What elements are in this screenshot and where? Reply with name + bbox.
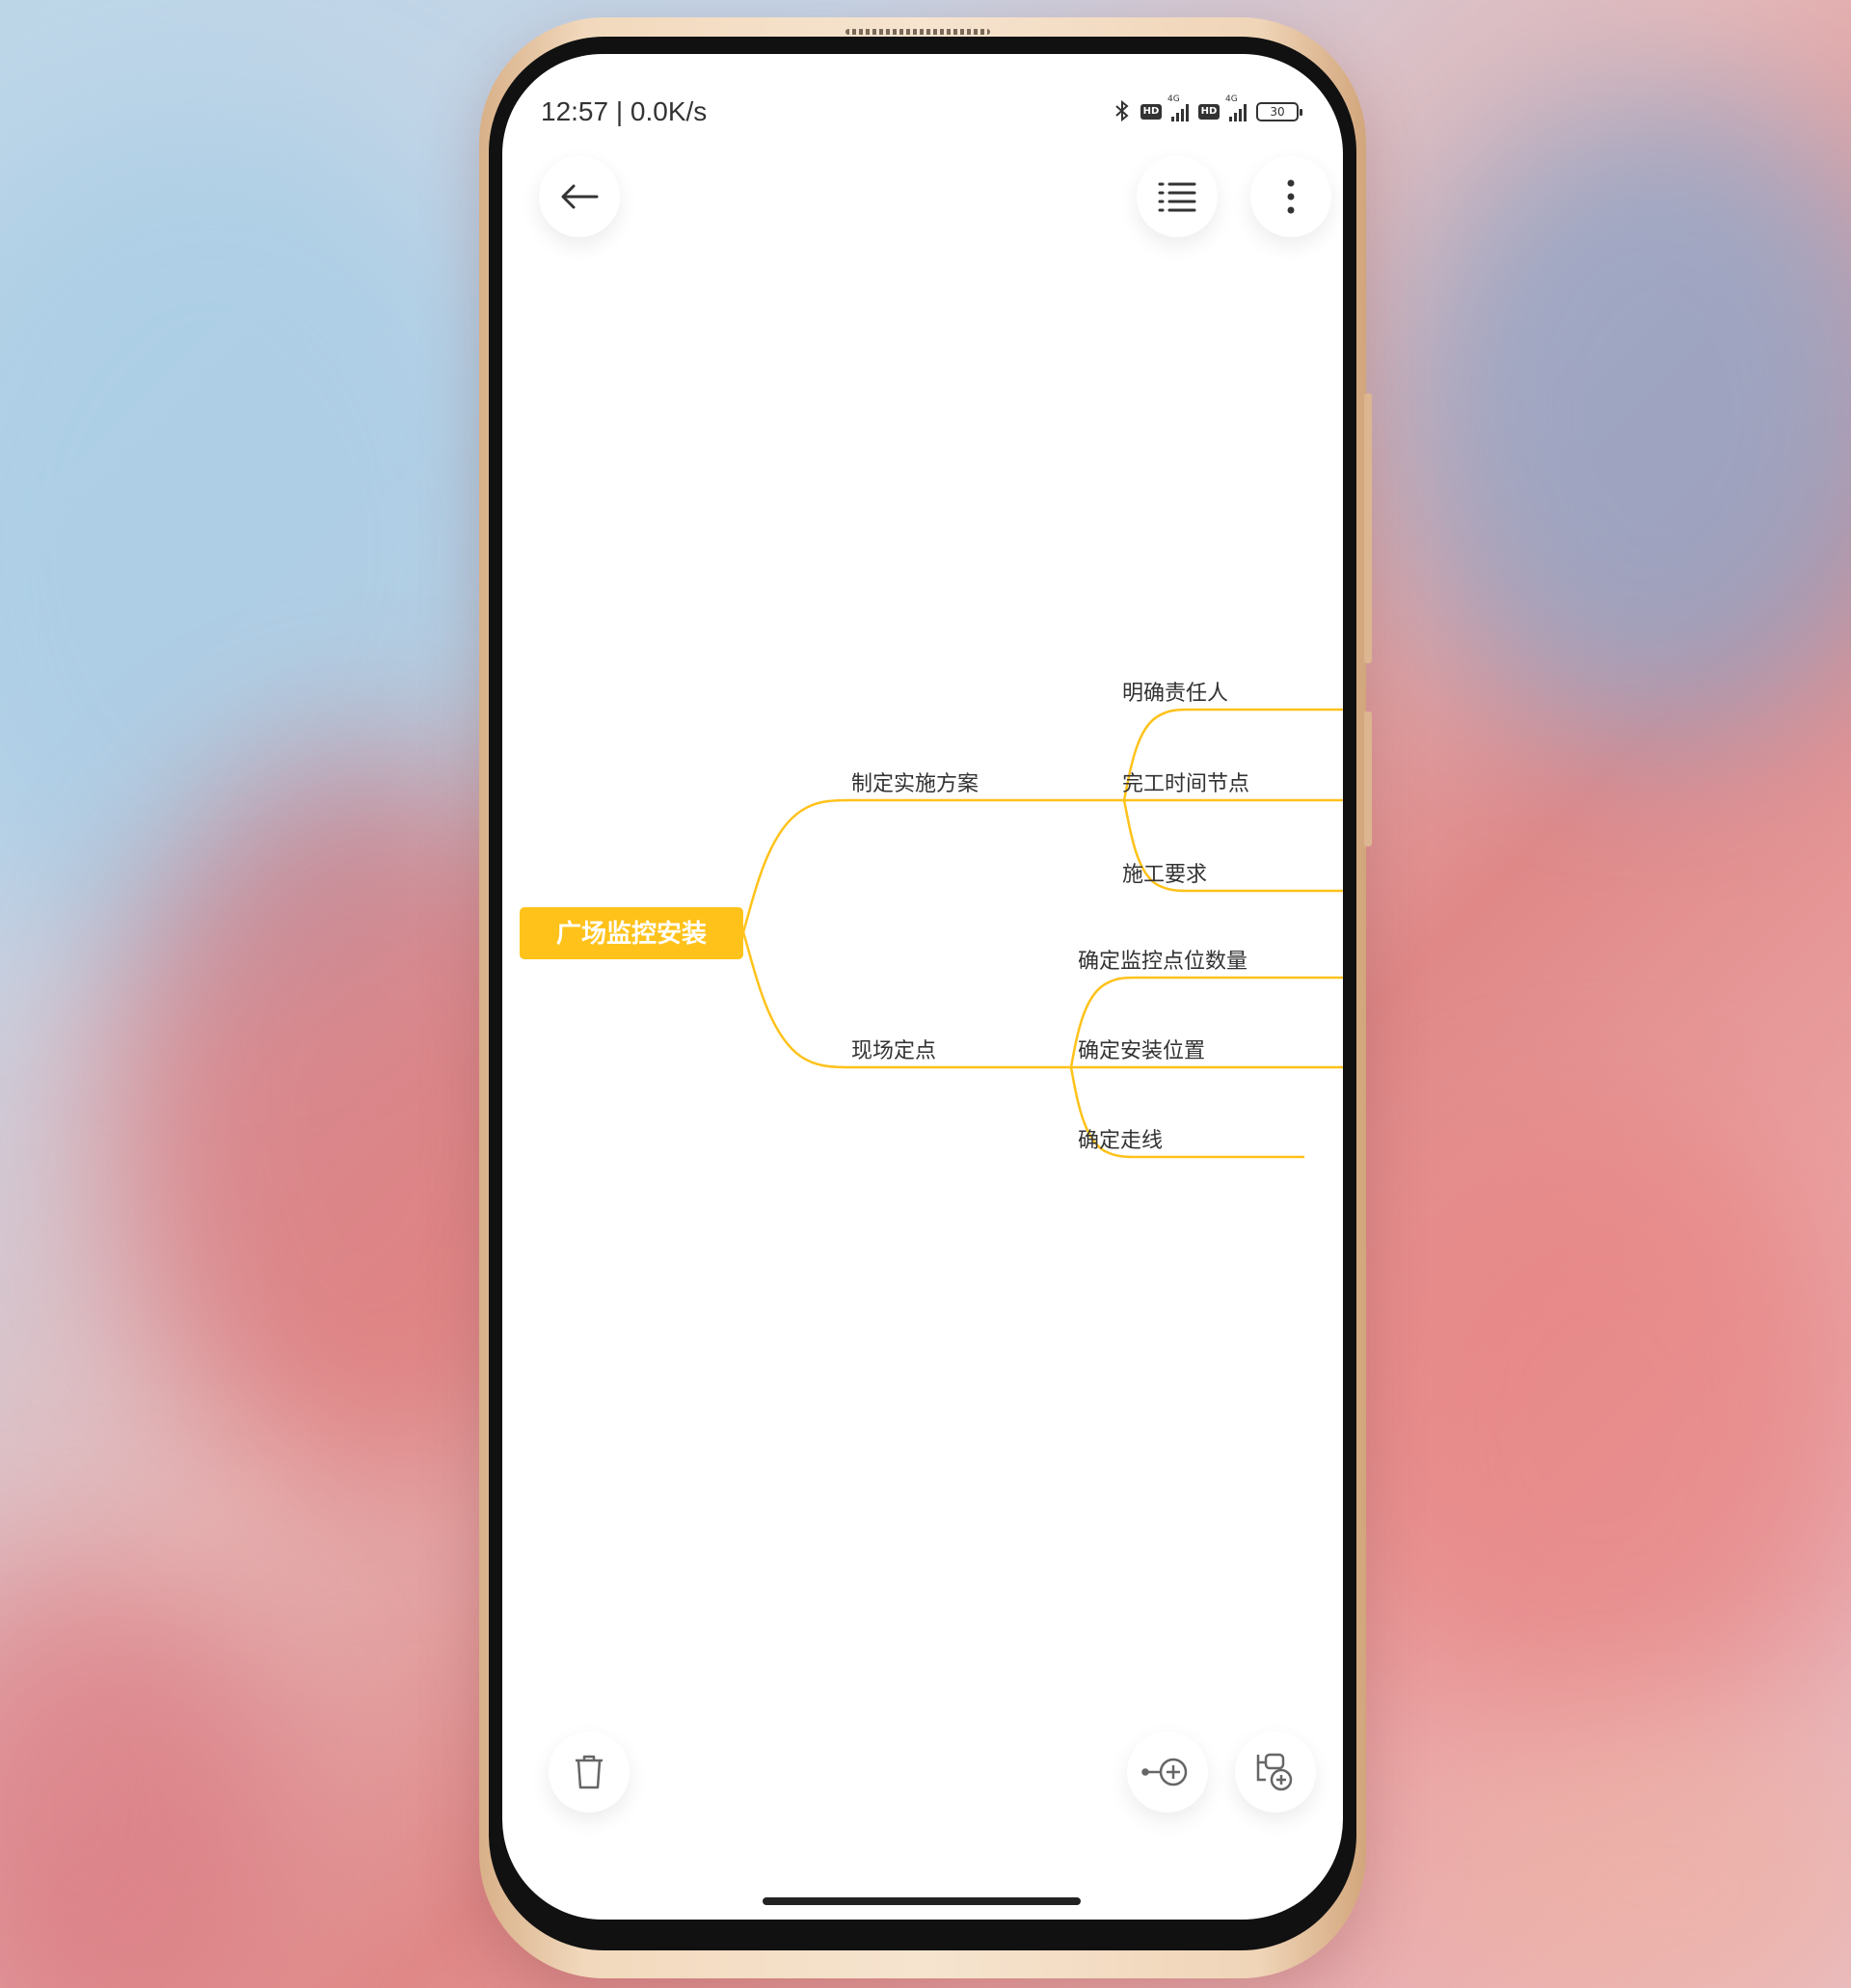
add-child-node-button[interactable] bbox=[1235, 1732, 1316, 1813]
home-indicator[interactable] bbox=[763, 1897, 1081, 1905]
mindmap-child-label[interactable]: 确定安装位置 bbox=[1078, 1039, 1205, 1063]
phone-screen: 12:57 | 0.0K/s HD 4G HD 4G 30 广场监控安装 制定实… bbox=[502, 54, 1343, 1920]
power-button bbox=[1364, 712, 1372, 846]
mindmap-canvas[interactable]: 广场监控安装 制定实施方案 现场定点 明确责任人 完工时间节点 施工要求 确定监… bbox=[502, 54, 1343, 1920]
mindmap-child-label[interactable]: 明确责任人 bbox=[1122, 682, 1228, 706]
add-child-node-icon bbox=[1252, 1749, 1299, 1795]
mindmap-root-label[interactable]: 广场监控安装 bbox=[556, 920, 707, 949]
trash-icon bbox=[570, 1751, 608, 1793]
mindmap-connector bbox=[741, 798, 1124, 933]
mindmap-branch-label[interactable]: 制定实施方案 bbox=[851, 772, 979, 796]
wallpaper-blob bbox=[1330, 1118, 1851, 1735]
mindmap-child-label[interactable]: 完工时间节点 bbox=[1122, 772, 1249, 796]
add-sibling-node-icon bbox=[1140, 1753, 1194, 1791]
mindmap-child-label[interactable]: 确定走线 bbox=[1078, 1129, 1163, 1153]
mindmap-branch-label[interactable]: 现场定点 bbox=[851, 1039, 936, 1063]
phone-frame: 12:57 | 0.0K/s HD 4G HD 4G 30 广场监控安装 制定实… bbox=[479, 17, 1372, 1978]
mindmap-child-label[interactable]: 确定监控点位数量 bbox=[1078, 950, 1247, 974]
earpiece-speaker bbox=[845, 29, 990, 35]
wallpaper-blob bbox=[1408, 1716, 1851, 1988]
mindmap-child-label[interactable]: 施工要求 bbox=[1122, 863, 1207, 887]
add-sibling-node-button[interactable] bbox=[1127, 1732, 1208, 1813]
phone-bezel: 12:57 | 0.0K/s HD 4G HD 4G 30 广场监控安装 制定实… bbox=[489, 37, 1356, 1950]
wallpaper-blob bbox=[1388, 87, 1851, 742]
wallpaper-blob bbox=[0, 1562, 289, 1988]
volume-button bbox=[1364, 393, 1372, 663]
delete-node-button[interactable] bbox=[549, 1732, 630, 1813]
